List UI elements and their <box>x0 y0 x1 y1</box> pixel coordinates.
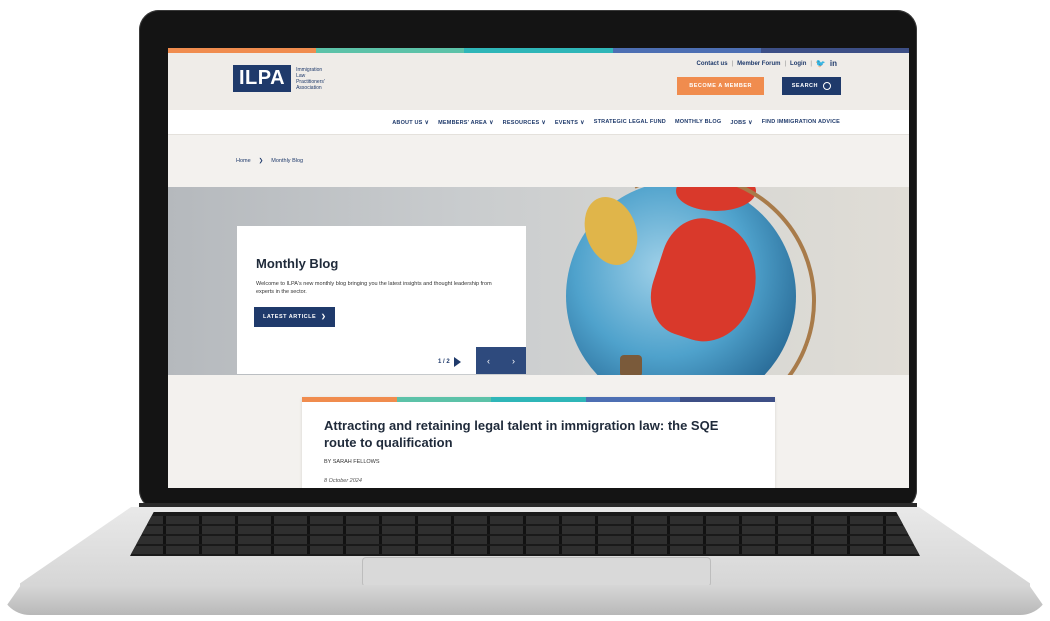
nav-item[interactable]: ABOUT US ∨ <box>392 119 429 126</box>
stripe-segment <box>396 397 492 402</box>
nav-item-label: JOBS <box>730 119 747 126</box>
nav-item-label: MONTHLY BLOG <box>674 119 722 125</box>
previous-slide-button[interactable]: ‹ <box>487 356 490 366</box>
nav-item[interactable]: EVENTS ∨ <box>555 119 585 126</box>
latest-article-button[interactable]: LATEST ARTICLE ❯ <box>254 307 336 327</box>
next-slide-button[interactable]: › <box>512 356 515 366</box>
twitter-icon[interactable]: 🐦 <box>816 59 826 68</box>
search-button[interactable]: SEARCH <box>781 77 841 95</box>
slide-counter: 1 / 2 <box>438 359 450 365</box>
nav-item-label: STRATEGIC LEGAL FUND <box>593 119 666 125</box>
stripe-segment <box>491 397 586 402</box>
globe-stand <box>620 355 642 375</box>
logo-subtitle: Immigration Law Practitioners' Associati… <box>296 66 325 91</box>
play-icon[interactable] <box>453 357 461 367</box>
divider: | <box>784 60 787 67</box>
chevron-right-icon: ❯ <box>321 314 327 320</box>
site-header: ILPA Immigration Law Practitioners' Asso… <box>168 53 909 110</box>
slide-arrows: ‹ › <box>476 347 526 374</box>
nav-item-label: EVENTS <box>554 119 579 126</box>
nav-item-label: ABOUT US <box>392 119 423 126</box>
nav-item[interactable]: FIND IMMIGRATION ADVICE <box>762 119 840 125</box>
become-member-button[interactable]: BECOME A MEMBER <box>677 77 764 95</box>
linkedin-icon[interactable]: in <box>830 59 837 68</box>
stripe-segment <box>680 397 775 402</box>
nav-item-label: RESOURCES <box>502 119 540 126</box>
chevron-down-icon: ∨ <box>748 119 753 126</box>
nav-item-label: MEMBERS' AREA <box>438 119 488 126</box>
slide-pager: 1 / 2 <box>438 357 461 367</box>
chevron-down-icon: ∨ <box>424 119 430 126</box>
member-forum-link[interactable]: Member Forum <box>737 61 780 67</box>
globe-meridian-ring <box>523 187 853 375</box>
nav-item[interactable]: MONTHLY BLOG <box>675 119 721 125</box>
article-card[interactable]: Attracting and retaining legal talent in… <box>302 397 775 488</box>
hero-banner: Monthly Blog Welcome to ILPA's new month… <box>168 187 909 375</box>
divider: | <box>731 60 734 67</box>
nav-item-label: FIND IMMIGRATION ADVICE <box>761 119 840 125</box>
ilpa-logo[interactable]: ILPA Immigration Law Practitioners' Asso… <box>233 65 332 92</box>
hero-title: Monthly Blog <box>256 256 339 271</box>
chevron-down-icon: ∨ <box>489 119 494 126</box>
breadcrumb: Home ❯ Monthly Blog <box>168 135 909 187</box>
search-icon <box>823 82 831 90</box>
laptop-trackpad <box>362 557 711 587</box>
search-label: SEARCH <box>791 83 818 89</box>
stripe-segment <box>585 397 681 402</box>
browser-viewport: ILPA Immigration Law Practitioners' Asso… <box>168 48 909 488</box>
nav-item[interactable]: MEMBERS' AREA ∨ <box>438 119 494 126</box>
nav-item[interactable]: STRATEGIC LEGAL FUND <box>594 119 666 125</box>
chevron-down-icon: ∨ <box>541 119 546 126</box>
chevron-right-icon: ❯ <box>258 158 264 164</box>
main-navigation: ABOUT US ∨ MEMBERS' AREA ∨ RESOURCES ∨ EVENTS ∨… <box>168 110 909 135</box>
login-link[interactable]: Login <box>790 61 806 67</box>
article-title[interactable]: Attracting and retaining legal talent in… <box>324 417 754 451</box>
hero-card: Monthly Blog Welcome to ILPA's new month… <box>237 226 526 374</box>
hero-description: Welcome to ILPA's new monthly blog bring… <box>256 281 492 295</box>
latest-article-label: LATEST ARTICLE <box>263 314 317 320</box>
breadcrumb-current: Monthly Blog <box>271 158 304 164</box>
article-date: 8 October 2024 <box>324 478 362 484</box>
utility-links: Contact us | Member Forum | Login | 🐦 in <box>697 59 837 68</box>
stripe-segment <box>302 397 397 402</box>
logo-mark: ILPA <box>233 65 292 92</box>
nav-item[interactable]: RESOURCES ∨ <box>503 119 546 126</box>
divider: | <box>810 60 812 67</box>
article-byline: BY SARAH FELLOWS <box>324 459 380 465</box>
laptop-keyboard <box>130 512 920 556</box>
chevron-down-icon: ∨ <box>580 119 585 126</box>
contact-us-link[interactable]: Contact us <box>697 61 728 67</box>
nav-item[interactable]: JOBS ∨ <box>730 119 752 126</box>
brand-color-stripe <box>302 397 775 402</box>
breadcrumb-home-link[interactable]: Home <box>236 158 251 164</box>
laptop-base-edge <box>0 585 1050 615</box>
